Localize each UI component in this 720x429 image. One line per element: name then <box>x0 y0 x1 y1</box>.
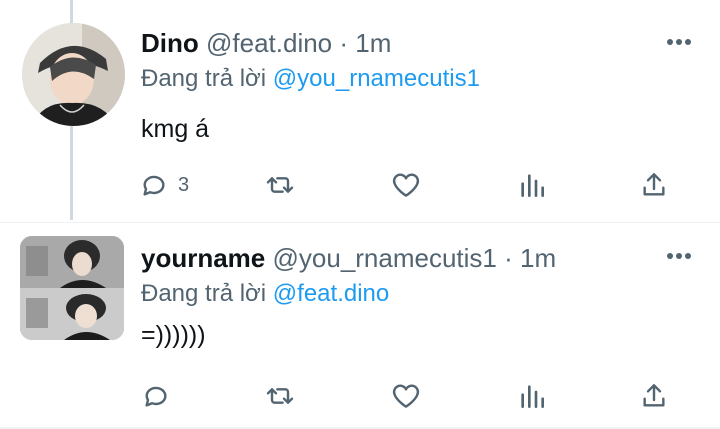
replying-to-mention[interactable]: @you_rnamecutis1 <box>273 65 480 92</box>
handle[interactable]: @you_rnamecutis1 <box>273 243 497 273</box>
retweet-button[interactable] <box>264 168 296 202</box>
retweet-icon <box>266 177 294 193</box>
like-button[interactable] <box>390 168 422 202</box>
reply-button[interactable] <box>140 379 172 413</box>
replying-to-mention[interactable]: @feat.dino <box>273 280 389 307</box>
replying-to-line: Đang trả lời @feat.dino <box>141 279 389 309</box>
share-button[interactable] <box>638 379 670 413</box>
tweet-header: yourname @you_rnamecutis1 · 1m <box>141 243 556 273</box>
tweet[interactable]: yourname @you_rnamecutis1 · 1m Đang trả … <box>0 222 720 429</box>
reply-icon <box>145 386 167 407</box>
avatar[interactable] <box>20 236 124 340</box>
retweet-button[interactable] <box>264 379 296 413</box>
views-button[interactable] <box>516 379 548 413</box>
divider <box>0 222 720 223</box>
views-icon <box>521 174 544 197</box>
replying-to-prefix: Đang trả lời <box>141 65 273 92</box>
timestamp[interactable]: 1m <box>355 28 391 58</box>
reply-icon <box>143 175 165 196</box>
tweet-actions: 3 <box>138 168 678 202</box>
replying-to-line: Đang trả lời @you_rnamecutis1 <box>141 64 480 94</box>
like-icon <box>392 173 420 197</box>
separator: · <box>496 243 520 273</box>
tweet-text: =)))))) <box>141 321 206 349</box>
like-icon <box>392 384 420 408</box>
share-icon <box>643 173 665 196</box>
share-button[interactable] <box>638 168 670 202</box>
avatar[interactable] <box>22 23 125 126</box>
retweet-icon <box>266 388 294 404</box>
tweet-text: kmg á <box>141 115 210 143</box>
tweet[interactable]: Dino @feat.dino · 1m Đang trả lời @you_r… <box>0 0 720 222</box>
tweet-actions <box>138 379 678 413</box>
more-icon[interactable] <box>666 252 692 260</box>
tweet-header: Dino @feat.dino · 1m <box>141 28 391 58</box>
display-name[interactable]: Dino <box>141 28 199 58</box>
separator: · <box>332 28 356 58</box>
timestamp[interactable]: 1m <box>520 243 556 273</box>
like-button[interactable] <box>390 379 422 413</box>
views-button[interactable] <box>516 168 548 202</box>
share-icon <box>643 384 665 407</box>
reply-button[interactable]: 3 <box>138 168 189 202</box>
views-icon <box>521 385 544 408</box>
reply-count: 3 <box>178 173 190 196</box>
more-icon[interactable] <box>666 38 692 46</box>
handle[interactable]: @feat.dino <box>206 28 332 58</box>
replying-to-prefix: Đang trả lời <box>141 280 273 307</box>
display-name[interactable]: yourname <box>141 243 265 273</box>
